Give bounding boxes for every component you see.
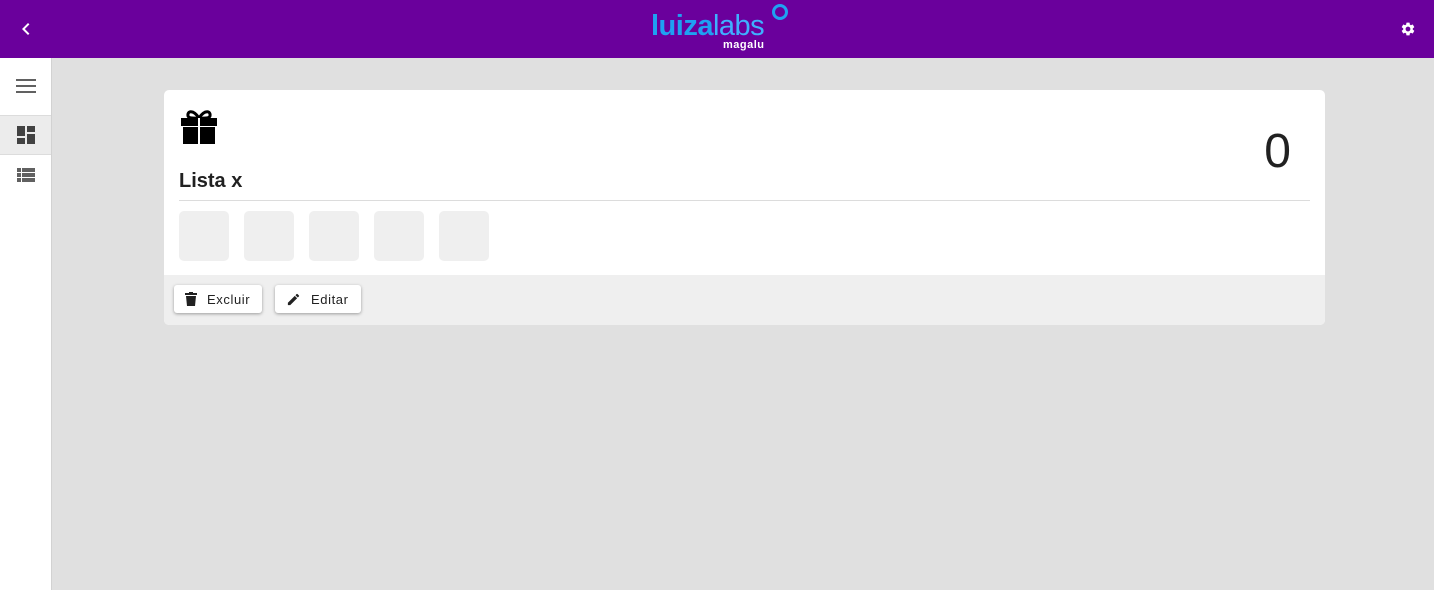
thumbnail-placeholder xyxy=(439,211,489,261)
sidebar-item-dashboard[interactable] xyxy=(0,115,51,155)
sidebar-menu-button[interactable] xyxy=(0,66,51,106)
logo-bold-text: luiza xyxy=(651,10,713,42)
logo-subtitle: magalu xyxy=(723,39,765,51)
edit-button-label: Editar xyxy=(311,291,349,307)
thumbnail-placeholder xyxy=(179,211,229,261)
logo-ring-mark xyxy=(772,4,788,20)
app-header: luizalabs magalu xyxy=(0,0,1434,58)
back-button[interactable] xyxy=(14,17,38,41)
delete-button-label: Excluir xyxy=(207,291,251,307)
delete-button[interactable]: Excluir xyxy=(174,285,263,313)
trash-icon xyxy=(185,292,197,306)
item-count: 0 xyxy=(1264,125,1291,178)
thumbnail-placeholder xyxy=(309,211,359,261)
logo-thin-text: labs xyxy=(712,10,765,42)
list-title: Lista x xyxy=(179,170,243,192)
card-actions: Excluir Editar xyxy=(164,275,1325,325)
edit-button[interactable]: Editar xyxy=(275,285,361,313)
list-icon xyxy=(16,168,35,182)
settings-button[interactable] xyxy=(1396,17,1420,41)
sidebar-item-list[interactable] xyxy=(0,155,51,195)
dashboard-icon xyxy=(16,126,35,144)
gift-icon xyxy=(181,110,217,144)
gear-icon xyxy=(1401,22,1415,36)
pencil-icon xyxy=(287,293,300,305)
chevron-left-icon xyxy=(22,23,30,35)
sidebar xyxy=(0,58,52,590)
list-card: Lista x 0 Excluir Editar xyxy=(164,90,1325,325)
card-divider xyxy=(179,200,1310,201)
thumbnail-placeholder xyxy=(374,211,424,261)
luizalabs-logo: luizalabs magalu xyxy=(651,3,791,55)
logo-wordmark: luizalabs xyxy=(651,9,765,43)
thumbnail-row xyxy=(179,211,489,261)
menu-icon xyxy=(15,79,36,93)
thumbnail-placeholder xyxy=(244,211,294,261)
